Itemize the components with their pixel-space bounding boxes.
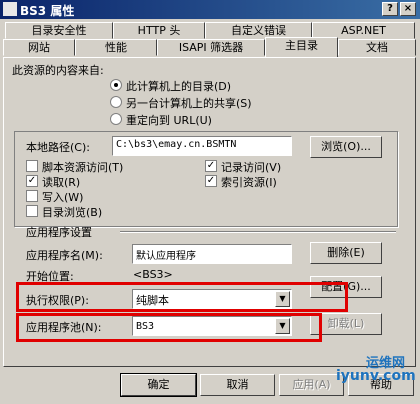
ok-button[interactable]: 确定 (120, 373, 197, 397)
app-settings-heading: 应用程序设置 (26, 226, 92, 239)
window-icon (3, 2, 17, 16)
script-source-access-label[interactable]: 脚本资源访问(T) (42, 159, 123, 175)
unload-button[interactable]: 卸载(L) (310, 313, 382, 335)
cancel-button[interactable]: 取消 (200, 374, 275, 396)
local-path-label: 本地路径(C): (26, 141, 90, 154)
source-heading: 此资源的内容来自: (12, 64, 104, 77)
tab-performance[interactable]: 性能 (75, 39, 157, 56)
checkbox-read[interactable]: ✓ (26, 175, 38, 187)
radio-network-share[interactable] (110, 96, 122, 108)
checkbox-log-visits[interactable]: ✓ (205, 160, 217, 172)
write-label[interactable]: 写入(W) (42, 189, 83, 205)
radio-local-directory-label[interactable]: 此计算机上的目录(D) (126, 78, 231, 94)
tab-directory-security[interactable]: 目录安全性 (5, 22, 113, 39)
checkbox-script-source-access[interactable] (26, 160, 38, 172)
app-pool-value: BS3 (136, 321, 155, 332)
start-location-label: 开始位置: (26, 270, 74, 283)
tab-http-headers[interactable]: HTTP 头 (113, 22, 205, 39)
apply-button[interactable]: 应用(A) (279, 374, 344, 396)
tab-documents[interactable]: 文档 (338, 39, 416, 56)
radio-redirect-url-label[interactable]: 重定向到 URL(U) (126, 112, 212, 128)
checkbox-write[interactable] (26, 190, 38, 202)
exec-permissions-label: 执行权限(P): (26, 294, 89, 307)
app-pool-select[interactable]: BS3 ▼ (132, 316, 292, 336)
read-label[interactable]: 读取(R) (42, 174, 80, 190)
watermark-url: iyunv.com (336, 368, 416, 384)
title-bar: BS3 属性 ? × (0, 0, 420, 19)
chevron-down-icon[interactable]: ▼ (275, 291, 290, 307)
tab-home-directory[interactable]: 主目录 (265, 37, 338, 57)
directory-browsing-label[interactable]: 目录浏览(B) (42, 204, 102, 220)
checkbox-index-resource[interactable]: ✓ (205, 175, 217, 187)
exec-permissions-select[interactable]: 纯脚本 ▼ (132, 289, 292, 309)
tab-isapi-filters[interactable]: ISAPI 筛选器 (157, 39, 265, 56)
section-divider (120, 231, 396, 233)
app-name-input[interactable]: 默认应用程序 (132, 244, 292, 264)
chevron-down-icon[interactable]: ▼ (275, 318, 290, 334)
radio-local-directory[interactable] (110, 79, 122, 91)
exec-permissions-value: 纯脚本 (136, 294, 169, 307)
radio-network-share-label[interactable]: 另一台计算机上的共享(S) (126, 95, 252, 111)
start-location-value: <BS3> (133, 268, 173, 281)
log-visits-label[interactable]: 记录访问(V) (221, 159, 281, 175)
app-pool-label: 应用程序池(N): (26, 321, 102, 334)
config-button[interactable]: 配置(G)... (310, 276, 382, 298)
local-path-input[interactable]: C:\bs3\emay.cn.BSMTN (112, 136, 292, 156)
checkbox-directory-browsing[interactable] (26, 205, 38, 217)
remove-button[interactable]: 删除(E) (310, 242, 382, 264)
window-title: BS3 属性 (20, 4, 75, 18)
help-title-button[interactable]: ? (382, 2, 398, 16)
tab-website[interactable]: 网站 (3, 39, 75, 56)
close-icon[interactable]: × (400, 2, 416, 16)
radio-redirect-url[interactable] (110, 113, 122, 125)
browse-button[interactable]: 浏览(O)... (310, 136, 382, 158)
app-name-label: 应用程序名(M): (26, 249, 103, 262)
index-resource-label[interactable]: 索引资源(I) (221, 174, 277, 190)
